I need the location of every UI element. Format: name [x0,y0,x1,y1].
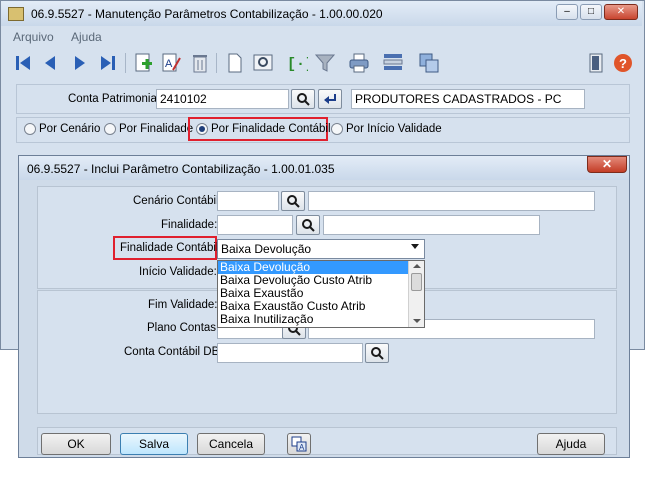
radio-label: Por Cenário [39,123,101,135]
conta-input[interactable]: 2410102 [156,89,289,109]
print-icon[interactable] [347,51,371,75]
include-dialog: 06.9.5527 - Inclui Parâmetro Contabiliza… [18,155,630,458]
edit-icon[interactable]: A [159,51,183,75]
conta-db-input[interactable] [217,343,363,363]
exit-icon[interactable] [584,51,608,75]
radio-por-cenario[interactable]: Por Cenário [24,123,100,135]
window-title: 06.9.5527 - Manutenção Parâmetros Contab… [31,7,383,21]
radio-por-finalidade-contabil[interactable]: Por Finalidade Contábil [196,123,331,135]
list-icon[interactable] [381,51,405,75]
close-button[interactable]: ✕ [604,4,638,20]
conta-db-search-button[interactable] [365,343,389,363]
radio-label: Por Início Validade [346,123,442,135]
radio-circle-selected [196,123,208,135]
toolbar-separator [125,53,126,73]
next-icon[interactable] [68,51,92,75]
search-icon [297,93,310,106]
search-icon [287,195,300,208]
scroll-thumb[interactable] [411,273,422,291]
search-icon [371,347,384,360]
scroll-down-icon[interactable] [413,319,421,323]
dialog-title-bar: 06.9.5527 - Inclui Parâmetro Contabiliza… [19,156,629,180]
title-bar: 06.9.5527 - Manutenção Parâmetros Contab… [1,1,642,26]
conta-search-button[interactable] [291,89,315,109]
inicio-validade-label: Início Validade: [139,266,217,278]
cenario-input[interactable] [217,191,279,211]
conta-description: PRODUTORES CADASTRADOS - PC [351,89,585,109]
app-icon [8,7,24,21]
finalidade-description [323,215,540,235]
finalidade-contabil-label: Finalidade Contábil: [120,242,222,254]
cancel-button[interactable]: Cancela [197,433,265,455]
add-icon[interactable] [131,51,155,75]
finalidade-input[interactable] [217,215,293,235]
menu-ajuda[interactable]: Ajuda [71,30,102,44]
conta-enter-button[interactable] [318,89,342,109]
toolbar: A [·] ? [1,47,642,79]
radio-label: Por Finalidade [119,123,194,135]
preview-icon[interactable] [251,51,275,75]
menu-bar: Arquivo Ajuda [1,27,642,47]
help-icon[interactable]: ? [611,51,635,75]
finalidade-contabil-dropdown[interactable]: Baixa Devolução Baixa Devolução Custo At… [217,260,425,328]
svg-text:A: A [165,58,173,70]
toolbar-separator [216,53,217,73]
filter-icon[interactable] [313,51,337,75]
cenario-description [308,191,595,211]
dialog-title: 06.9.5527 - Inclui Parâmetro Contabiliza… [27,162,335,176]
last-icon[interactable] [96,51,120,75]
chevron-down-icon[interactable] [411,244,419,249]
radio-por-inicio-validade[interactable]: Por Início Validade [331,123,442,135]
svg-text:[·]: [·] [287,56,308,73]
prev-icon[interactable] [38,51,62,75]
first-icon[interactable] [11,51,35,75]
radio-circle [24,123,36,135]
goto-icon[interactable]: [·] [285,51,309,75]
delete-icon[interactable] [188,51,212,75]
scroll-up-icon[interactable] [413,264,421,268]
translate-icon: A [291,436,307,452]
save-button[interactable]: Salva [120,433,188,455]
conta-db-label: Conta Contábil DB: [124,346,223,358]
radio-circle [104,123,116,135]
translate-button[interactable]: A [287,433,311,455]
fim-validade-label: Fim Validade: [148,299,218,311]
dropdown-option[interactable]: Baixa Inutilização [218,313,424,326]
plano-contas-label: Plano Contas: [147,322,220,334]
svg-text:A: A [299,443,305,452]
dialog-close-button[interactable]: ✕ [587,156,627,173]
conta-label: Conta Patrimonial: [68,93,163,105]
finalidade-search-button[interactable] [296,215,320,235]
search-icon [302,219,315,232]
copy-icon[interactable] [417,51,441,75]
enter-icon [324,94,336,104]
help-button[interactable]: Ajuda [537,433,605,455]
radio-por-finalidade[interactable]: Por Finalidade [104,123,193,135]
cenario-search-button[interactable] [281,191,305,211]
new-document-icon[interactable] [223,51,247,75]
finalidade-label: Finalidade: [161,219,218,231]
ok-button[interactable]: OK [41,433,111,455]
svg-text:?: ? [619,56,627,71]
minimize-button[interactable]: – [556,4,578,20]
radio-label: Por Finalidade Contábil [211,123,331,135]
dropdown-scrollbar[interactable] [408,261,424,327]
radio-circle [331,123,343,135]
cenario-label: Cenário Contábil: [133,195,222,207]
finalidade-contabil-select[interactable]: Baixa Devolução [217,239,425,259]
maximize-button[interactable]: □ [580,4,602,20]
menu-arquivo[interactable]: Arquivo [13,30,54,44]
